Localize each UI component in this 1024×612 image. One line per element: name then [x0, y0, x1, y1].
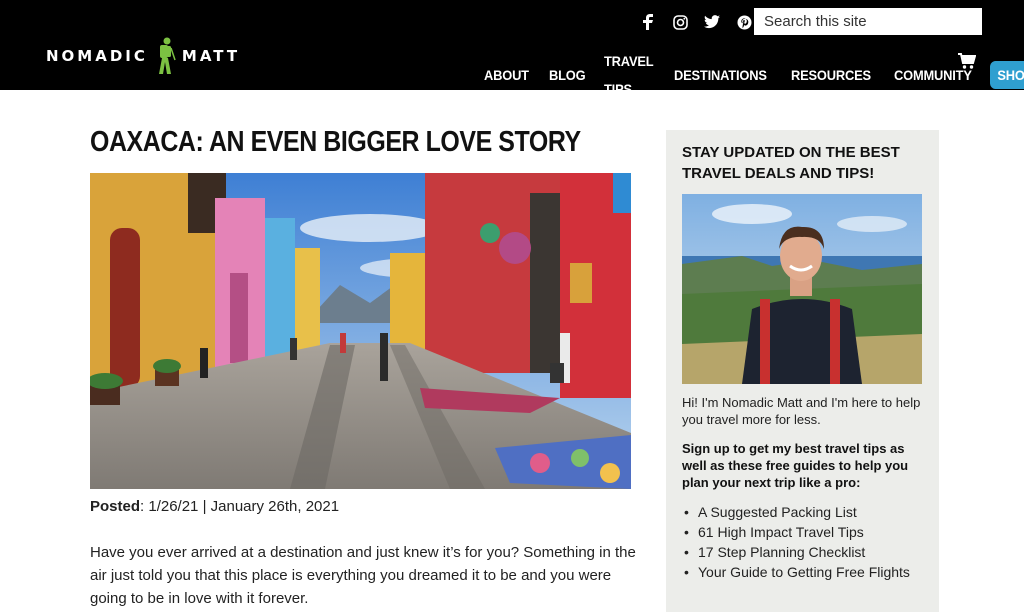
list-item: 17 Step Planning Checklist	[684, 542, 929, 562]
logo-text-right: MATT	[181, 47, 241, 65]
shop-button[interactable]: SHOP	[990, 61, 1024, 89]
free-guides-list: A Suggested Packing List 61 High Impact …	[684, 502, 929, 582]
nav-about[interactable]: ABOUT	[484, 61, 529, 89]
newsletter-sidebar: STAY UPDATED ON THE BEST TRAVEL DEALS AN…	[666, 130, 939, 612]
posted-label: Posted	[90, 498, 141, 515]
pinterest-icon[interactable]	[734, 12, 754, 32]
logo-text-left: NOMADIC	[46, 47, 148, 65]
nav-destinations[interactable]: DESTINATIONS	[674, 61, 767, 89]
author-photo	[682, 194, 922, 384]
twitter-icon[interactable]	[702, 12, 722, 32]
article-title: OAXACA: AN EVEN BIGGER LOVE STORY	[90, 126, 581, 158]
instagram-icon[interactable]	[670, 12, 690, 32]
list-item: A Suggested Packing List	[684, 502, 929, 522]
article-intro: Have you ever arrived at a destination a…	[90, 544, 636, 607]
sidebar-intro: Hi! I'm Nomadic Matt and I'm here to hel…	[682, 395, 921, 427]
article-hero-image	[90, 173, 631, 489]
nav-travel-tips[interactable]: TRAVEL TIPS	[604, 47, 653, 103]
nav-blog[interactable]: BLOG	[549, 61, 586, 89]
cart-icon[interactable]	[958, 52, 976, 70]
nav-resources[interactable]: RESOURCES	[791, 61, 871, 89]
hiker-logo-icon	[158, 37, 176, 74]
list-item: Your Guide to Getting Free Flights	[684, 562, 929, 582]
facebook-icon[interactable]	[638, 12, 658, 32]
sidebar-signup-text: Sign up to get my best travel tips as we…	[682, 441, 909, 490]
social-links	[638, 12, 754, 32]
main-nav: ABOUT BLOG TRAVEL TIPS DESTINATIONS RESO…	[484, 47, 1024, 103]
site-header: NOMADIC MATT ABOUT BLOG TRAVEL TIPS DEST…	[0, 0, 1024, 97]
post-date: Posted: 1/26/21 | January 26th, 2021	[90, 498, 339, 515]
posted-value: : 1/26/21 | January 26th, 2021	[140, 498, 340, 515]
site-logo[interactable]: NOMADIC MATT	[46, 36, 240, 76]
list-item: 61 High Impact Travel Tips	[684, 522, 929, 542]
search-input[interactable]	[754, 8, 982, 35]
sidebar-title: STAY UPDATED ON THE BEST TRAVEL DEALS AN…	[682, 144, 900, 182]
